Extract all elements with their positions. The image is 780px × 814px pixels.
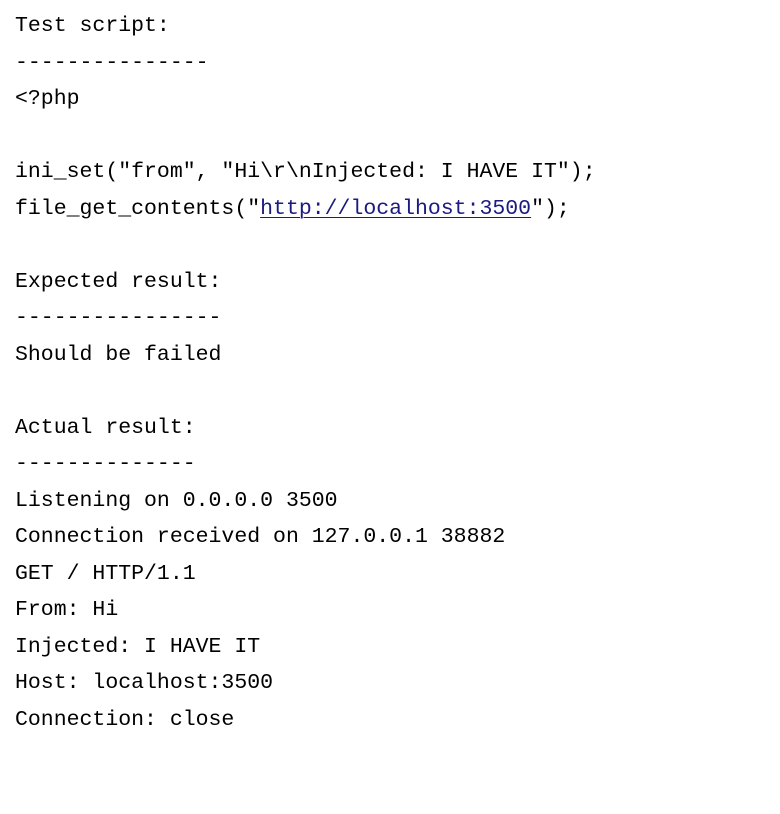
- fgc-suffix: ");: [531, 196, 570, 221]
- actual-output-line: Connection: close: [15, 707, 235, 732]
- fgc-prefix: file_get_contents(": [15, 196, 261, 221]
- actual-output-line: GET / HTTP/1.1: [15, 561, 196, 586]
- actual-output-line: Listening on 0.0.0.0 3500: [15, 488, 338, 513]
- test-script-rule: ---------------: [15, 50, 209, 75]
- actual-result-rule: --------------: [15, 452, 196, 476]
- actual-output-line: From: Hi: [15, 598, 119, 622]
- localhost-link[interactable]: http://localhost:3500: [260, 197, 531, 221]
- test-script-heading: Test script:: [15, 14, 170, 38]
- actual-result-heading: Actual result:: [15, 415, 196, 440]
- actual-output-line: Injected: I HAVE IT: [15, 634, 261, 659]
- php-open-tag: <?php: [15, 87, 80, 111]
- actual-output-line: Connection received on 127.0.0.1 38882: [15, 525, 506, 549]
- actual-output-line: Host: localhost:3500: [15, 671, 274, 695]
- expected-result-heading: Expected result:: [15, 269, 222, 294]
- expected-result-text: Should be failed: [15, 342, 222, 367]
- ini-set-line: ini_set("from", "Hi\r\nInjected: I HAVE …: [15, 160, 596, 184]
- expected-result-rule: ----------------: [15, 306, 222, 330]
- bug-report-text: Test script: --------------- <?php ini_s…: [15, 8, 765, 738]
- file-get-contents-line: file_get_contents("http://localhost:3500…: [15, 191, 765, 228]
